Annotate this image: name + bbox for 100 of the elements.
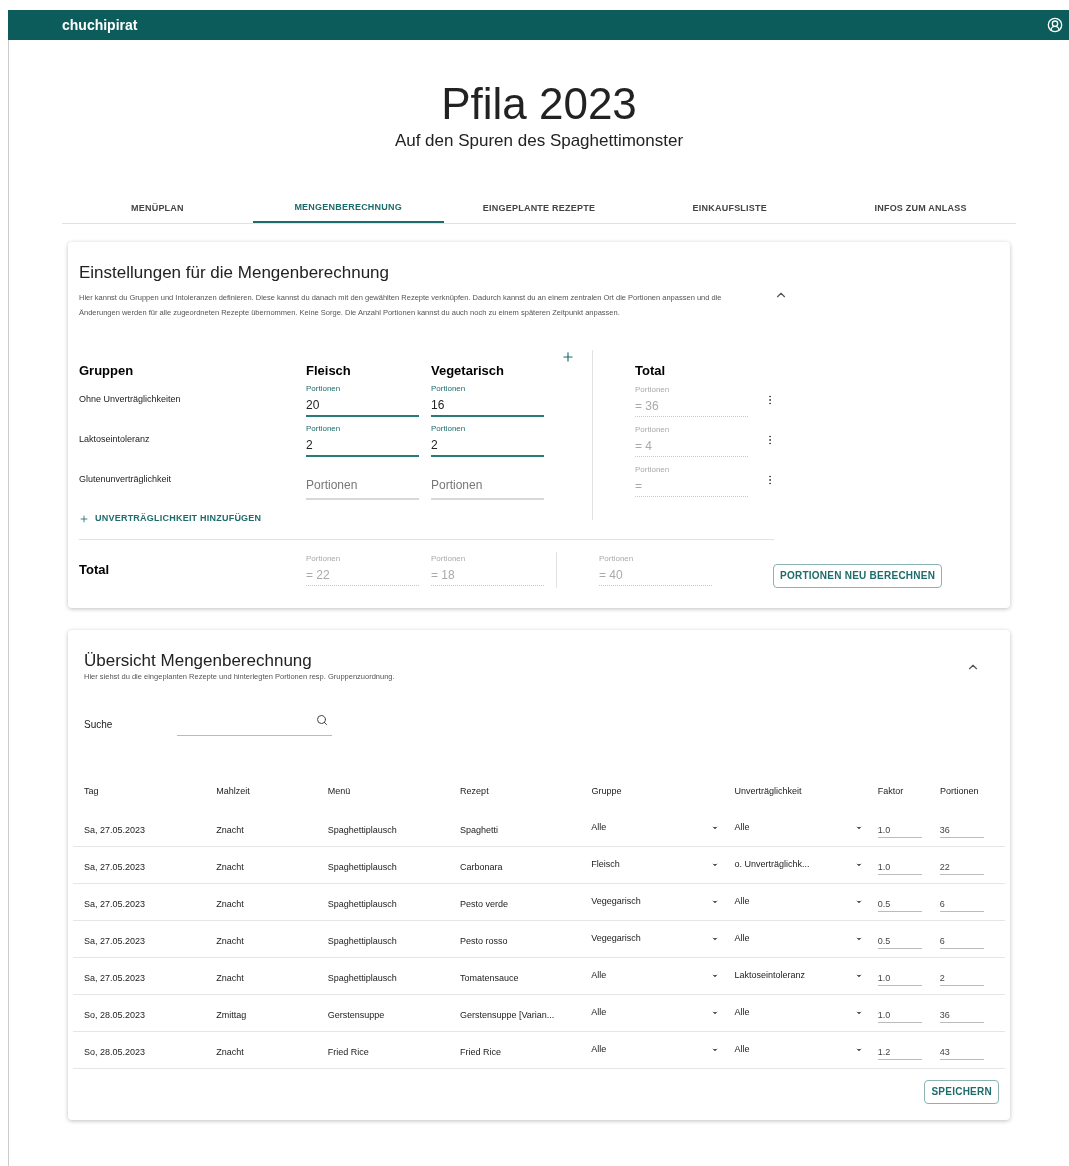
- column-header: Mahlzeit: [216, 784, 251, 798]
- portions-field[interactable]: Portionen: [431, 476, 544, 500]
- app-title[interactable]: chuchipirat: [62, 14, 138, 36]
- column-header: Vegetarisch: [431, 361, 505, 380]
- recalculate-button[interactable]: PORTIONEN NEU BERECHNEN: [773, 563, 943, 588]
- portions-field: Portionen =: [635, 463, 748, 497]
- table-cell: Znacht: [216, 1046, 244, 1057]
- factor-field[interactable]: 1.2: [877, 1041, 922, 1060]
- tab[interactable]: INFOS ZUM ANLASS: [825, 194, 1016, 223]
- table-cell: So, 28.05.2023: [84, 1046, 146, 1057]
- table-cell: Spaghettiplausch: [327, 898, 397, 909]
- portions-field[interactable]: 36: [939, 819, 984, 838]
- tab[interactable]: EINGEPLANTE REZEPTE: [443, 194, 635, 223]
- column-header: Total: [635, 361, 666, 380]
- table-cell: Carbonara: [459, 861, 503, 872]
- factor-field[interactable]: 1.0: [877, 819, 922, 838]
- factor-field[interactable]: 1.0: [877, 1004, 922, 1023]
- table-cell: Pesto rosso: [459, 935, 508, 946]
- column-header: Gruppe: [591, 784, 623, 798]
- portions-field[interactable]: Portionen 2: [306, 423, 419, 457]
- save-button[interactable]: SPEICHERN: [924, 1079, 999, 1104]
- card-title: Einstellungen für die Mengenberechnung: [79, 262, 390, 284]
- table-cell: Spaghettiplausch: [327, 824, 397, 835]
- search-icon: [316, 713, 328, 726]
- tab[interactable]: MENGENBERECHNUNG: [252, 194, 444, 223]
- portions-field[interactable]: Portionen 2: [431, 423, 544, 457]
- column-header: Rezept: [460, 784, 490, 798]
- dropdown-field[interactable]: Alle: [591, 968, 720, 983]
- tab[interactable]: MENÜPLAN: [62, 194, 253, 223]
- column-header: Tag: [84, 784, 100, 798]
- row-label: Ohne Unverträglichkeiten: [79, 393, 182, 407]
- factor-field[interactable]: 0.5: [877, 893, 922, 912]
- event-subtitle: Auf den Spuren des Spaghettimonster: [394, 130, 684, 152]
- table-cell: Sa, 27.05.2023: [84, 898, 146, 909]
- dropdown-field[interactable]: Vegegarisch: [591, 931, 720, 946]
- dropdown-field[interactable]: Laktoseintoleranz: [734, 968, 863, 983]
- dropdown-field[interactable]: Alle: [734, 894, 863, 909]
- portions-field[interactable]: 22: [939, 856, 984, 875]
- portions-field[interactable]: 6: [939, 893, 984, 912]
- factor-field[interactable]: 0.5: [877, 930, 922, 949]
- portions-field[interactable]: Portionen 16: [431, 383, 544, 417]
- table-cell: Pesto verde: [459, 898, 508, 909]
- portions-field: Portionen = 4: [635, 423, 748, 457]
- column-header: Portionen: [939, 784, 980, 798]
- table-cell: Sa, 27.05.2023: [84, 972, 146, 983]
- column-header: Gruppen: [79, 361, 135, 380]
- dropdown-field[interactable]: Alle: [591, 1005, 720, 1020]
- dropdown-field[interactable]: o. Unverträglichk...: [734, 857, 863, 872]
- table-cell: So, 28.05.2023: [84, 1009, 146, 1020]
- dropdown-field[interactable]: Alle: [591, 1042, 720, 1057]
- add-intolerance-button[interactable]: UNVERTRÄGLICHKEIT HINZUFÜGEN: [79, 512, 262, 526]
- column-header: Fleisch: [306, 361, 352, 380]
- search-field[interactable]: [177, 713, 332, 736]
- portions-field: Portionen = 18: [431, 553, 544, 586]
- table-cell: Sa, 27.05.2023: [84, 861, 146, 872]
- portions-field: Portionen = 22: [306, 553, 419, 586]
- portions-field[interactable]: 43: [939, 1041, 984, 1060]
- column-header: Faktor: [877, 784, 905, 798]
- dropdown-field[interactable]: Alle: [734, 1005, 863, 1020]
- table-cell: Gerstensuppe [Varian...: [459, 1009, 555, 1020]
- dropdown-field[interactable]: Alle: [734, 820, 863, 835]
- row-label: Glutenunverträglichkeit: [79, 473, 173, 487]
- row-label: Laktoseintoleranz: [79, 433, 151, 447]
- dropdown-field[interactable]: Alle: [734, 931, 863, 946]
- plus-icon: [79, 513, 89, 524]
- table-cell: Spaghettiplausch: [327, 861, 397, 872]
- column-header: Menü: [327, 784, 352, 798]
- table-cell: Znacht: [216, 898, 244, 909]
- portions-field[interactable]: 2: [939, 967, 984, 986]
- table-cell: Gerstensuppe: [327, 1009, 385, 1020]
- account-icon[interactable]: [1047, 17, 1063, 33]
- portions-field[interactable]: Portionen 20: [306, 383, 419, 417]
- card-title: Übersicht Mengenberechnung: [84, 649, 313, 672]
- dropdown-field[interactable]: Alle: [591, 820, 720, 835]
- table-cell: Znacht: [216, 861, 244, 872]
- table-cell: Sa, 27.05.2023: [84, 935, 146, 946]
- add-group-icon[interactable]: [561, 350, 575, 364]
- total-label: Total: [79, 560, 111, 579]
- dropdown-field[interactable]: Fleisch: [591, 857, 720, 872]
- table-cell: Znacht: [216, 935, 244, 946]
- portions-field: Portionen = 36: [635, 383, 748, 417]
- portions-field[interactable]: 6: [939, 930, 984, 949]
- tab[interactable]: EINKAUFSLISTE: [634, 194, 826, 223]
- table-cell: Fried Rice: [327, 1046, 369, 1057]
- portions-field[interactable]: 36: [939, 1004, 984, 1023]
- table-cell: Fried Rice: [459, 1046, 501, 1057]
- dropdown-field[interactable]: Vegegarisch: [591, 894, 720, 909]
- event-title: Pfila 2023: [441, 78, 637, 130]
- factor-field[interactable]: 1.0: [877, 856, 922, 875]
- table-cell: Sa, 27.05.2023: [84, 824, 146, 835]
- table-cell: Zmittag: [216, 1009, 247, 1020]
- table-cell: Znacht: [216, 824, 244, 835]
- search-label: Suche: [84, 718, 114, 732]
- table-cell: Spaghettiplausch: [327, 972, 397, 983]
- factor-field[interactable]: 1.0: [877, 967, 922, 986]
- portions-field: Portionen = 40: [599, 553, 712, 586]
- dropdown-field[interactable]: Alle: [734, 1042, 863, 1057]
- portions-field[interactable]: Portionen: [306, 476, 419, 500]
- table-cell: Spaghettiplausch: [327, 935, 397, 946]
- column-header: Unverträglichkeit: [734, 784, 803, 798]
